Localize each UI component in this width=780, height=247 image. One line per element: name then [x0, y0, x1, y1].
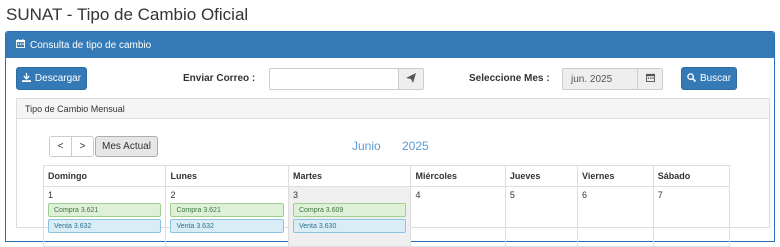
compra-badge: Compra 3.609 [292, 203, 407, 217]
next-month-button[interactable]: > [71, 136, 94, 157]
venta-badge: Venta 3.632 [170, 219, 284, 233]
download-label: Descargar [34, 73, 82, 84]
weekday-header: Jueves [504, 165, 578, 187]
weekday-header: Miércoles [410, 165, 506, 187]
send-email-button[interactable] [398, 68, 424, 90]
day-cell[interactable]: 1 Compra 3.621 Venta 3.632 [42, 186, 167, 247]
compra-badge: Compra 3.621 [48, 203, 162, 217]
calendar-grid: Domingo Lunes Martes Miércoles Jueves Vi… [42, 165, 731, 247]
day-number: 3 [292, 190, 298, 200]
monthly-rate-title: Tipo de Cambio Mensual [17, 99, 769, 119]
compra-badge: Compra 3.621 [170, 203, 284, 217]
weekday-header: Domingo [42, 165, 167, 187]
venta-badge: Venta 3.632 [48, 219, 162, 233]
page-title: SUNAT - Tipo de Cambio Oficial [6, 5, 249, 24]
search-label: Buscar [699, 73, 732, 84]
day-number: 5 [509, 190, 515, 200]
calendar-week-row: 1 Compra 3.621 Venta 3.632 2 Compra 3.62… [42, 186, 731, 247]
weekday-header-row: Domingo Lunes Martes Miércoles Jueves Vi… [42, 165, 731, 187]
search-icon [687, 72, 697, 85]
search-button[interactable]: Buscar [681, 67, 737, 90]
calendar-icon [645, 73, 655, 85]
month-label: Seleccione Mes : [469, 73, 550, 84]
weekday-header: Viernes [576, 165, 654, 187]
calendar-month: Junio [352, 139, 381, 153]
calendar-year: 2025 [402, 139, 429, 153]
current-month-button[interactable]: Mes Actual [95, 136, 158, 157]
send-icon [406, 72, 416, 86]
month-picker-button[interactable] [637, 68, 663, 90]
weekday-header: Sábado [652, 165, 731, 187]
weekday-header: Lunes [165, 165, 289, 187]
day-cell[interactable]: 4 [410, 186, 506, 247]
email-field[interactable] [269, 68, 399, 90]
day-number: 6 [581, 190, 587, 200]
day-number: 1 [48, 190, 54, 200]
day-cell[interactable]: 6 [576, 186, 654, 247]
email-label: Enviar Correo : [183, 73, 256, 84]
prev-month-button[interactable]: < [49, 136, 72, 157]
weekday-header: Martes [287, 165, 412, 187]
day-cell[interactable]: 2 Compra 3.621 Venta 3.632 [165, 186, 289, 247]
day-cell-today[interactable]: 3 Compra 3.609 Venta 3.630 [287, 186, 412, 247]
calendar-icon [16, 39, 25, 51]
download-button[interactable]: Descargar [16, 67, 87, 90]
month-field[interactable]: jun. 2025 [562, 68, 638, 90]
day-cell[interactable]: 7 [652, 186, 731, 247]
download-icon [21, 72, 31, 85]
panel-header-title: Consulta de tipo de cambio [30, 39, 152, 51]
venta-badge: Venta 3.630 [292, 219, 407, 233]
panel-header: Consulta de tipo de cambio [6, 32, 774, 58]
day-number: 7 [657, 190, 663, 200]
day-number: 2 [170, 190, 176, 200]
day-number: 4 [415, 190, 421, 200]
day-cell[interactable]: 5 [504, 186, 578, 247]
